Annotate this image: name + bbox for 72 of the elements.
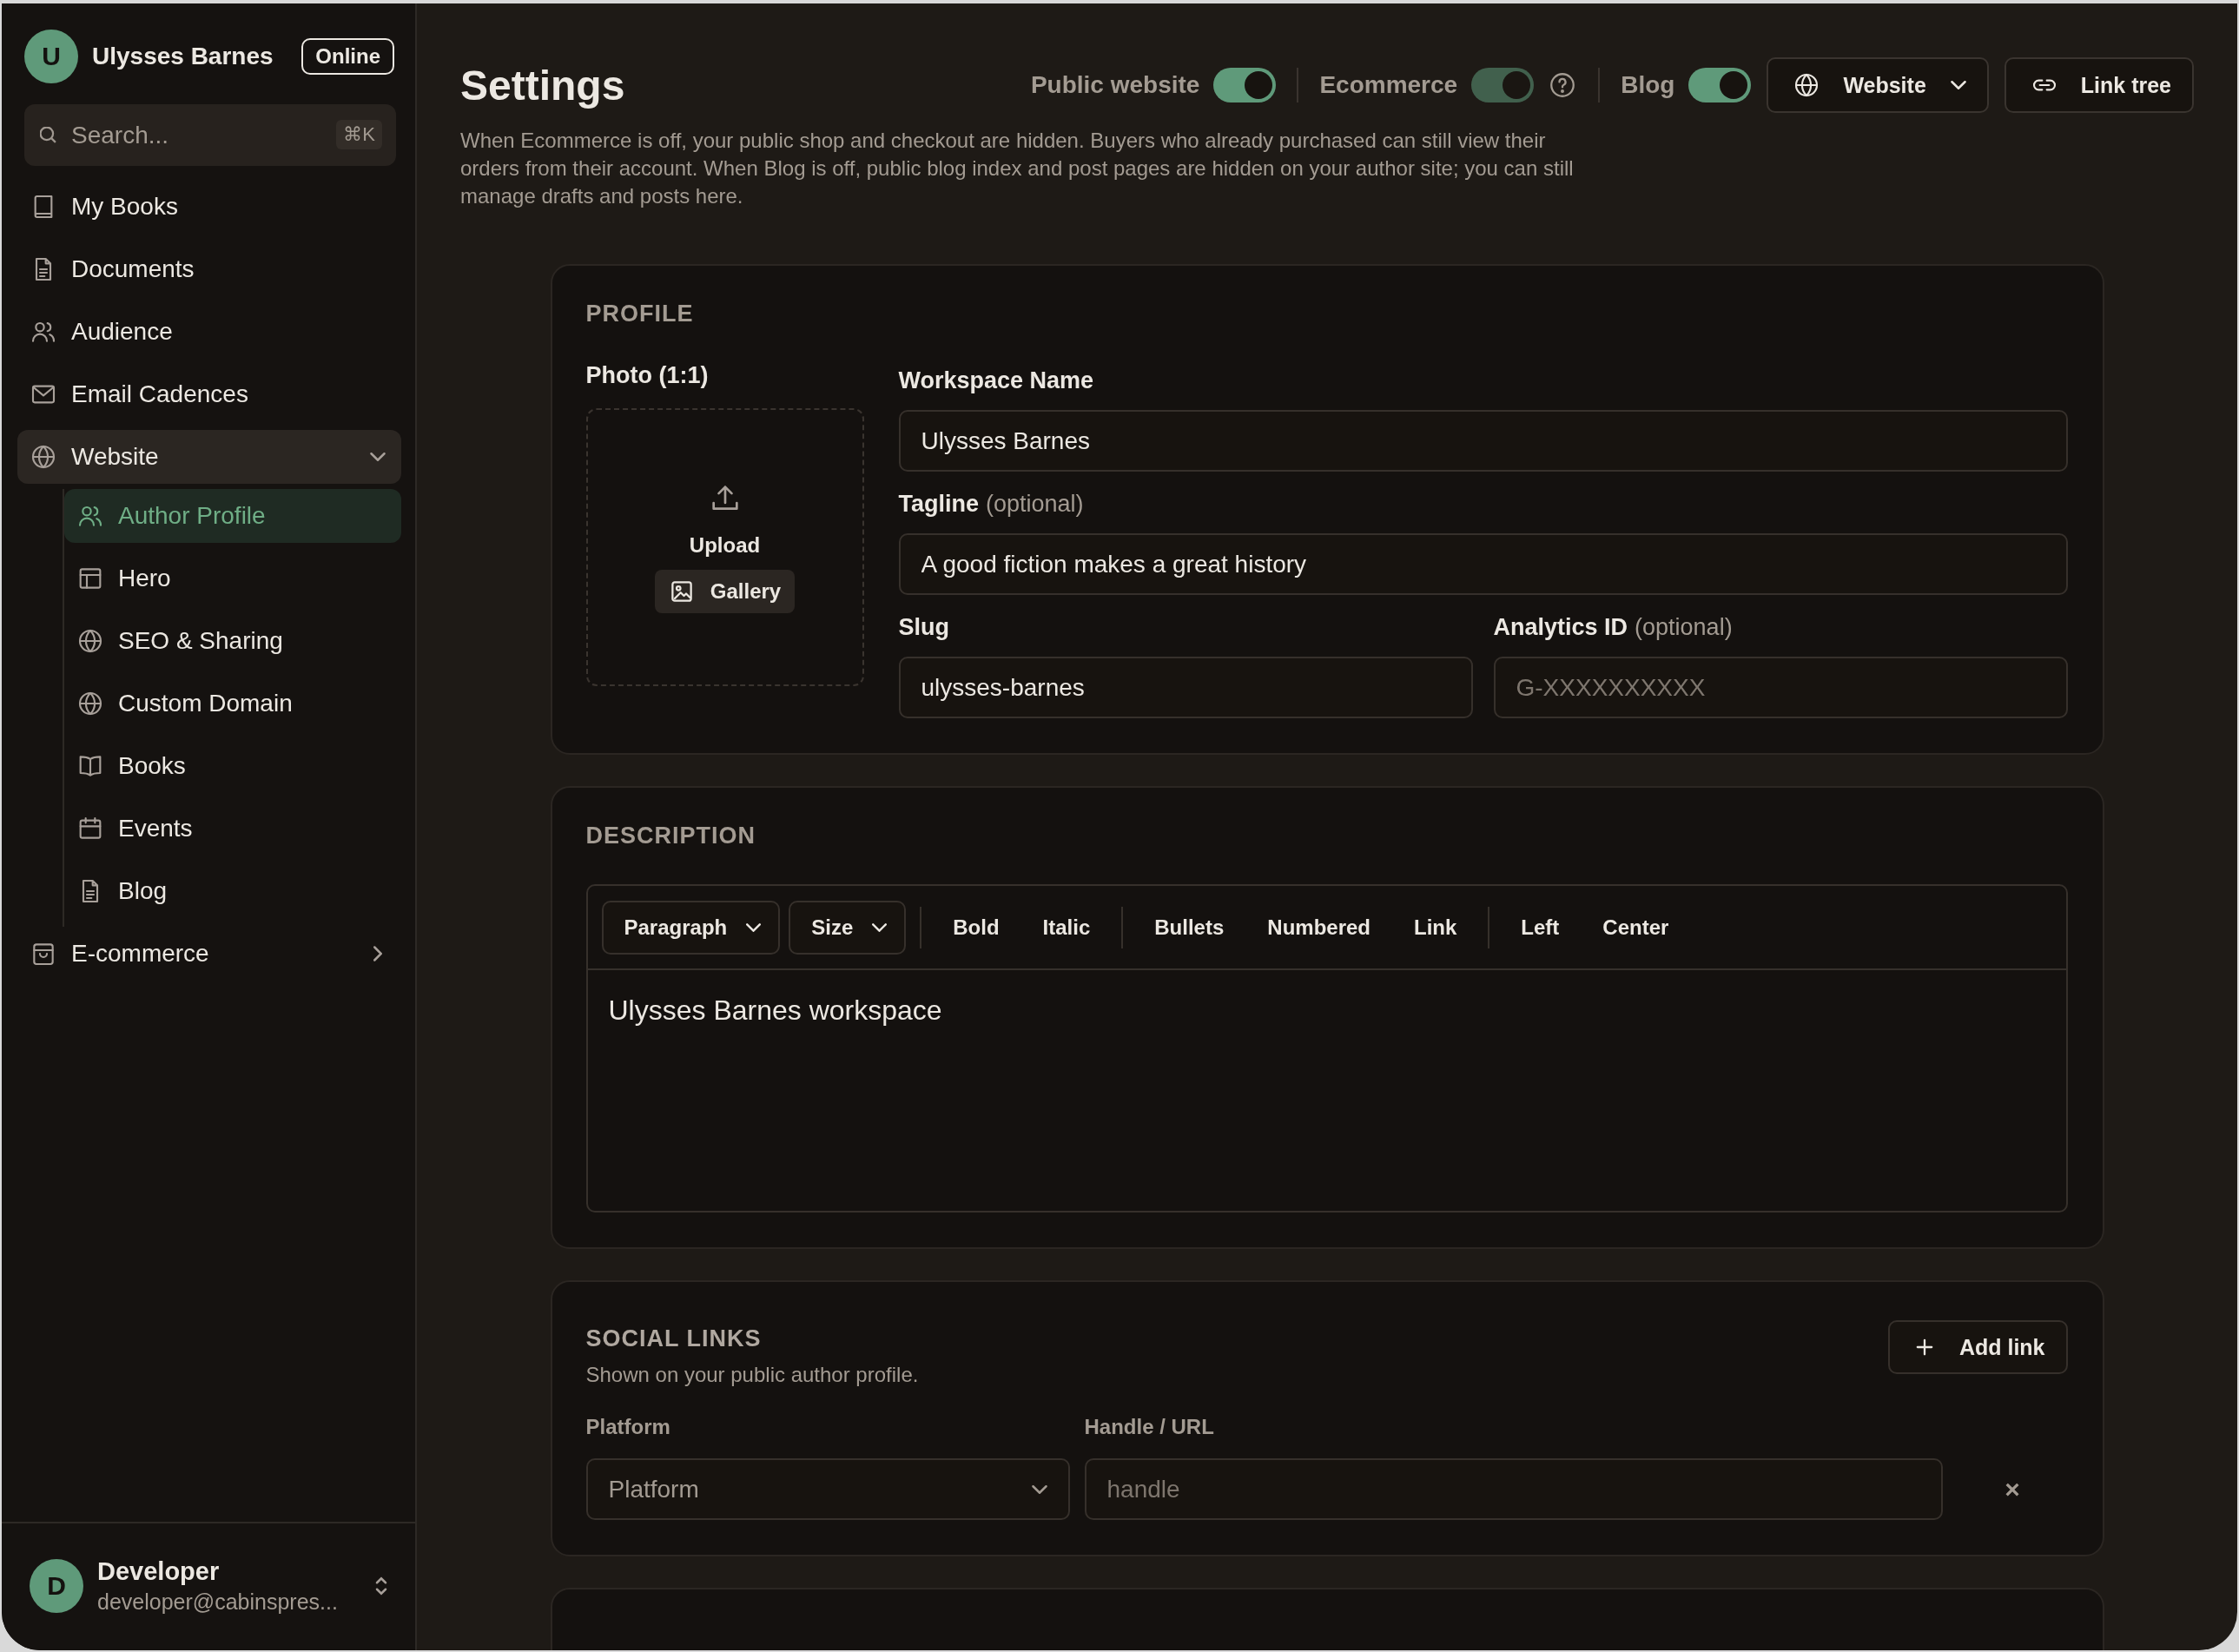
status-badge: Online (301, 38, 394, 75)
page-title: Settings (460, 61, 625, 109)
chevron-down-icon (746, 922, 762, 932)
chevron-down-icon (370, 453, 386, 461)
chevron-right-icon (373, 946, 382, 961)
nav-item[interactable]: SEO & Sharing (64, 614, 401, 668)
toggle-label: Ecommerce (1319, 71, 1458, 99)
nav-item[interactable]: Custom Domain (64, 677, 401, 730)
link-button[interactable]: Link tree (2004, 57, 2194, 113)
shortcut-hint: ⌘K (336, 120, 382, 149)
section-heading: DESCRIPTION (585, 823, 757, 849)
toolbar-button[interactable]: Left (1503, 900, 1577, 955)
field-label: Slug (898, 614, 950, 641)
add-link-button[interactable]: Add link (1887, 1320, 2068, 1374)
toolbar-button[interactable]: Link (1397, 900, 1475, 955)
format-dropdown[interactable]: Paragraph (601, 900, 781, 955)
globe-icon (30, 443, 57, 471)
field-label: Analytics ID (optional) (1493, 614, 1734, 641)
nav-item[interactable]: E-commerce (17, 927, 401, 981)
platform-select[interactable]: Platform (585, 1458, 1070, 1520)
upload-label: Upload (689, 533, 761, 558)
chevron-down-icon (1950, 81, 1966, 89)
globe-icon (76, 627, 104, 655)
nav-item[interactable]: Blog (64, 864, 401, 918)
toggle-label: Public website (1030, 71, 1200, 99)
avatar: D (30, 1559, 83, 1613)
nav-item[interactable]: Books (64, 739, 401, 793)
field-label: Tagline (optional) (898, 491, 1085, 518)
column-label: Platform (585, 1415, 671, 1439)
toggle-switch[interactable] (1688, 68, 1752, 102)
nav-item[interactable]: Audience (17, 305, 401, 359)
account-email: developer@cabinspres... (97, 1589, 339, 1615)
account-name: Developer (97, 1557, 221, 1586)
dropdown-button[interactable]: Website (1767, 57, 1989, 113)
editor-text: Ulysses Barnes workspace (608, 995, 942, 1026)
toolbar-button[interactable]: Italic (1025, 900, 1108, 955)
nav-item[interactable]: Events (64, 802, 401, 856)
field-label: Photo (1:1) (585, 362, 710, 389)
text-field[interactable]: A good fiction makes a great history (898, 533, 2068, 595)
section-heading: SOCIAL LINKS (585, 1325, 763, 1352)
toolbar-button[interactable]: Bold (935, 900, 1017, 955)
column-label: Handle / URL (1084, 1415, 1215, 1439)
chevron-down-icon (1031, 1484, 1047, 1494)
format-dropdown[interactable]: Size (789, 900, 907, 955)
globe-icon (76, 690, 104, 717)
field-label: Workspace Name (898, 367, 1095, 394)
nav-item[interactable]: Email Cadences (17, 367, 401, 421)
nav-item[interactable]: Documents (17, 242, 401, 296)
toggle-label: Blog (1621, 71, 1675, 99)
remove-button[interactable]: × (1996, 1470, 2029, 1508)
nav-item[interactable]: Hero (64, 552, 401, 605)
toolbar-button[interactable]: Numbered (1250, 900, 1388, 955)
rich-text-editor[interactable]: Paragraph Size Bold Italic Bullets Numbered Link Left Center Ulysses Barnes workspace (585, 884, 2068, 1213)
section-heading: PROFILE (585, 301, 695, 327)
gallery-button[interactable]: Gallery (654, 570, 796, 613)
search-icon (40, 127, 56, 143)
handle-field[interactable]: handle (1084, 1458, 1943, 1520)
section-subtitle: Shown on your public author profile. (585, 1363, 919, 1387)
info-text: When Ecommerce is off, your public shop and checkout are hidden. Buyers who already purchased can still view their orders from their account. When Blog is off, public blog index and post pages are hidden on your author site; you can still manage drafts and posts here. (460, 128, 1575, 209)
text-field[interactable]: Ulysses Barnes (898, 410, 2068, 472)
text-field[interactable]: ulysses-barnes (898, 657, 1473, 718)
workspace-name: Ulysses Barnes (92, 43, 274, 70)
nav-item[interactable]: My Books (17, 180, 401, 234)
toolbar-button[interactable]: Bullets (1137, 900, 1242, 955)
avatar: U (24, 30, 78, 83)
text-field[interactable]: G-XXXXXXXXXX (1493, 657, 2068, 718)
nav-item[interactable]: Author Profile (64, 489, 401, 543)
nav-item[interactable]: Website (17, 430, 401, 484)
chevron-down-icon (872, 922, 888, 932)
toggle-switch[interactable] (1213, 68, 1277, 102)
photo-dropzone[interactable]: Upload Gallery (585, 408, 864, 686)
toolbar-button[interactable]: Center (1585, 900, 1687, 955)
